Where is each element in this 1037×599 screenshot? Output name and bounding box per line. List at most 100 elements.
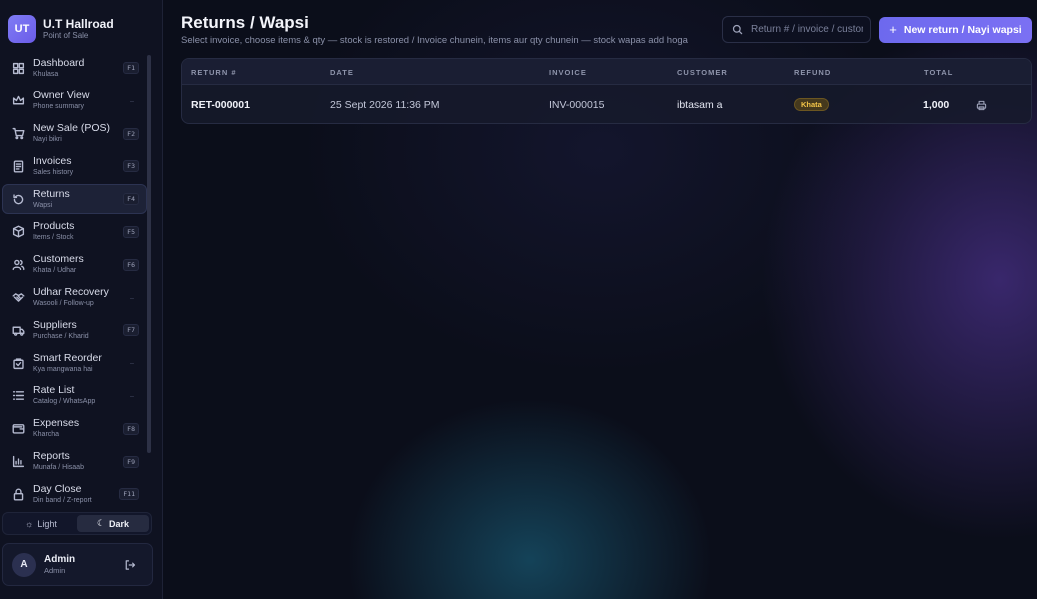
table-row[interactable]: RET-000001 25 Sept 2026 11:36 PM INV-000… — [182, 85, 1031, 123]
brand-name: U.T Hallroad — [43, 16, 114, 31]
search-box — [722, 16, 871, 43]
sidebar-item-sublabel: Munafa / Hisaab — [33, 464, 84, 472]
theme-dark-button[interactable]: ☾ Dark — [77, 515, 149, 532]
new-return-button[interactable]: + New return / Nayi wapsi — [879, 17, 1032, 43]
shortcut-key: F8 — [123, 422, 139, 435]
sidebar-item-label: New Sale (POS) — [33, 122, 111, 135]
list-icon — [11, 389, 25, 403]
sidebar-nav: Dashboard Khulasa F1 Owner View Phone summ… — [2, 53, 147, 512]
shortcut-key: — — [130, 391, 134, 400]
user-card: A Admin Admin — [2, 543, 153, 586]
sidebar-item-sublabel: Kya mangwana hai — [33, 365, 93, 373]
refund-badge: Khata — [794, 98, 829, 111]
brand-subtitle: Point of Sale — [43, 30, 89, 40]
sun-icon: ☼ — [25, 518, 34, 529]
return-number[interactable]: RET-000001 — [191, 99, 250, 111]
theme-dark-label: Dark — [109, 518, 130, 529]
sidebar-item-sublabel: Khata / Udhar — [33, 267, 77, 275]
column-header-refund: REFUND — [794, 68, 832, 77]
sidebar-item-expenses[interactable]: Expenses Kharcha F8 — [2, 414, 147, 444]
return-icon — [11, 192, 25, 206]
sidebar-item-sublabel: Phone summary — [33, 103, 84, 111]
shortcut-key: F3 — [123, 160, 139, 173]
returns-table: RETURN # DATE INVOICE CUSTOMER REFUND TO… — [181, 58, 1032, 124]
search-input[interactable] — [751, 24, 863, 35]
shortcut-key: F1 — [123, 62, 139, 74]
handshake-icon — [11, 291, 25, 305]
sidebar-item-suppliers[interactable]: Suppliers Purchase / Kharid F7 — [2, 315, 147, 345]
sidebar-item-sublabel: Kharcha — [33, 431, 60, 439]
brand: UT U.T Hallroad Point of Sale — [8, 15, 114, 43]
sidebar-item-label: Smart Reorder — [33, 351, 102, 364]
sidebar-item-sublabel: Purchase / Kharid — [33, 332, 89, 340]
users-icon — [11, 258, 25, 272]
sidebar-item-day-close[interactable]: Day Close Din band / Z-report F11 — [2, 479, 147, 509]
column-header-return: RETURN # — [191, 68, 237, 77]
brand-logo: UT — [8, 15, 36, 43]
sidebar-item-label: Customers — [33, 253, 84, 266]
sidebar-item-dashboard[interactable]: Dashboard Khulasa F1 — [2, 53, 147, 83]
cart-icon — [11, 127, 25, 141]
lock-icon — [11, 487, 25, 501]
shortcut-key: F9 — [123, 455, 139, 468]
truck-icon — [11, 323, 25, 337]
sidebar-item-label: Suppliers — [33, 318, 77, 331]
sidebar-item-sublabel: Items / Stock — [33, 234, 74, 242]
wallet-icon — [11, 422, 25, 436]
shortcut-key: — — [130, 359, 134, 368]
sidebar-item-products[interactable]: Products Items / Stock F5 — [2, 217, 147, 247]
box-icon — [11, 225, 25, 239]
theme-light-button[interactable]: ☼ Light — [5, 515, 77, 532]
user-role: Admin — [44, 565, 66, 575]
moon-icon: ☾ — [96, 518, 106, 528]
sidebar-item-label: Rate List — [33, 384, 75, 397]
crown-icon — [11, 94, 25, 108]
main-content: Returns / Wapsi Select invoice, choose i… — [163, 0, 1037, 599]
sidebar-item-rate-list[interactable]: Rate List Catalog / WhatsApp — — [2, 381, 147, 411]
sidebar-item-sublabel: Sales history — [33, 168, 74, 176]
sidebar-scrollbar[interactable] — [147, 55, 151, 453]
return-total: 1,000 — [923, 99, 950, 111]
sidebar-item-label: Day Close — [33, 482, 82, 495]
shortcut-key: F7 — [123, 324, 139, 337]
sidebar-item-sublabel: Wasooli / Follow-up — [33, 300, 94, 308]
sidebar-item-label: Returns — [33, 187, 70, 200]
column-header-invoice: INVOICE — [549, 68, 587, 77]
sidebar-item-sublabel: Wapsi — [33, 201, 53, 209]
sidebar-item-owner-view[interactable]: Owner View Phone summary — — [2, 86, 147, 116]
logout-icon[interactable] — [124, 558, 138, 572]
sidebar-item-invoices[interactable]: Invoices Sales history F3 — [2, 151, 147, 181]
user-name: Admin — [44, 553, 76, 565]
sidebar-item-label: Owner View — [33, 89, 90, 102]
sidebar-item-sublabel: Khulasa — [33, 70, 59, 78]
sidebar-item-label: Products — [33, 220, 75, 233]
customer-name: ibtasam a — [677, 99, 723, 111]
page-subtitle: Select invoice, choose items & qty — sto… — [181, 35, 688, 46]
sidebar-item-reports[interactable]: Reports Munafa / Hisaab F9 — [2, 447, 147, 477]
column-header-total: TOTAL — [924, 68, 954, 77]
theme-toggle: ☼ Light ☾ Dark — [2, 512, 152, 535]
invoice-number: INV-000015 — [549, 99, 605, 111]
sidebar-item-label: Dashboard — [33, 56, 85, 69]
avatar: A — [12, 552, 36, 577]
sidebar-item-new-sale[interactable]: New Sale (POS) Nayi bikri F2 — [2, 119, 147, 149]
sidebar-item-smart-reorder[interactable]: Smart Reorder Kya mangwana hai — — [2, 348, 147, 378]
sidebar-item-customers[interactable]: Customers Khata / Udhar F6 — [2, 250, 147, 280]
column-header-customer: CUSTOMER — [677, 68, 728, 77]
shortcut-key: F11 — [119, 488, 139, 501]
search-icon — [732, 24, 743, 35]
print-icon[interactable] — [976, 98, 988, 111]
sidebar-item-udhar-recovery[interactable]: Udhar Recovery Wasooli / Follow-up — — [2, 283, 147, 313]
shortcut-key: — — [130, 96, 134, 105]
sidebar: UT U.T Hallroad Point of Sale Dashboard K… — [0, 0, 163, 599]
sidebar-item-returns[interactable]: Returns Wapsi F4 — [2, 184, 147, 215]
reorder-icon — [11, 356, 25, 370]
chart-icon — [11, 455, 25, 469]
shortcut-key: F6 — [123, 258, 139, 271]
shortcut-key: F5 — [123, 225, 139, 238]
invoice-icon — [11, 159, 25, 173]
shortcut-key: — — [130, 293, 134, 302]
plus-icon: + — [889, 22, 897, 37]
sidebar-item-label: Udhar Recovery — [33, 286, 109, 299]
dashboard-icon — [11, 61, 25, 75]
